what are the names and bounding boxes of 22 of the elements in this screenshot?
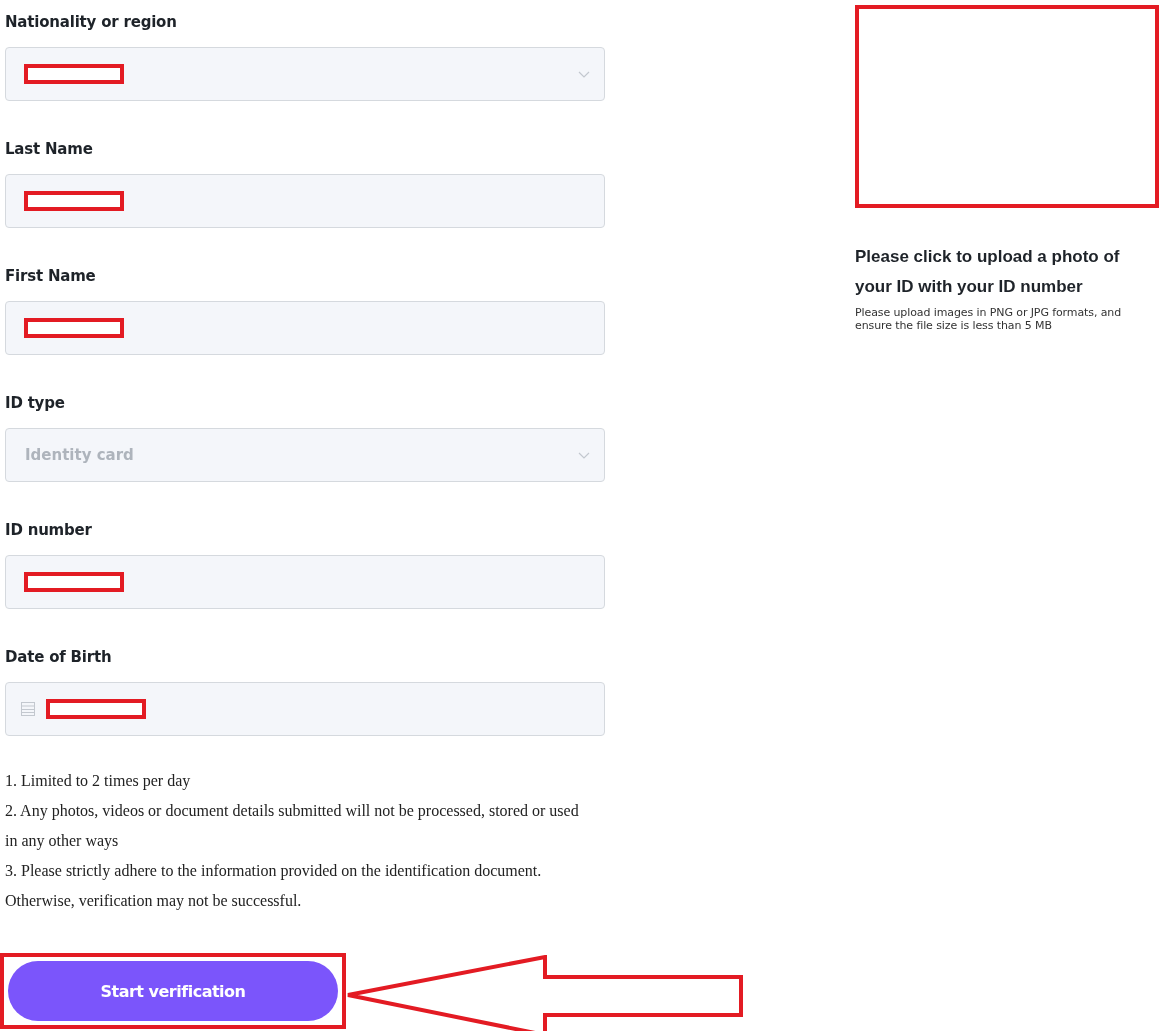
field-label: ID type bbox=[5, 393, 66, 413]
note-text: 2. Any photos, videos or document details submitted will not be processed, stored or used in any other ways bbox=[5, 801, 580, 852]
chevron-down-icon bbox=[578, 70, 590, 78]
start-verification-button[interactable]: Start verification bbox=[8, 961, 338, 1021]
dropdown-field[interactable] bbox=[5, 47, 605, 101]
upload-title: Please click to upload a photo of your ID with your ID number bbox=[855, 246, 1121, 298]
note-text: 1. Limited to 2 times per day bbox=[5, 771, 192, 792]
upload-area[interactable] bbox=[855, 5, 1159, 208]
field-label: First Name bbox=[5, 266, 97, 286]
date-field[interactable] bbox=[5, 682, 605, 736]
field-label: Date of Birth bbox=[5, 647, 113, 667]
calendar-icon bbox=[20, 701, 36, 717]
note-text: 3. Please strictly adhere to the information provided on the identification document. Otherwise, verification may not be successful. bbox=[5, 861, 543, 912]
chevron-down-icon bbox=[578, 451, 590, 459]
input-field[interactable] bbox=[5, 174, 605, 228]
upload-hint: Please upload images in PNG or JPG formats, and ensure the file size is less than 5 MB bbox=[855, 306, 1123, 332]
field-value: Identity card bbox=[24, 446, 134, 464]
input-field[interactable] bbox=[5, 301, 605, 355]
field-label: ID number bbox=[5, 520, 93, 540]
input-field[interactable] bbox=[5, 555, 605, 609]
field-label: Last Name bbox=[5, 139, 94, 159]
field-label: Nationality or region bbox=[5, 12, 178, 32]
